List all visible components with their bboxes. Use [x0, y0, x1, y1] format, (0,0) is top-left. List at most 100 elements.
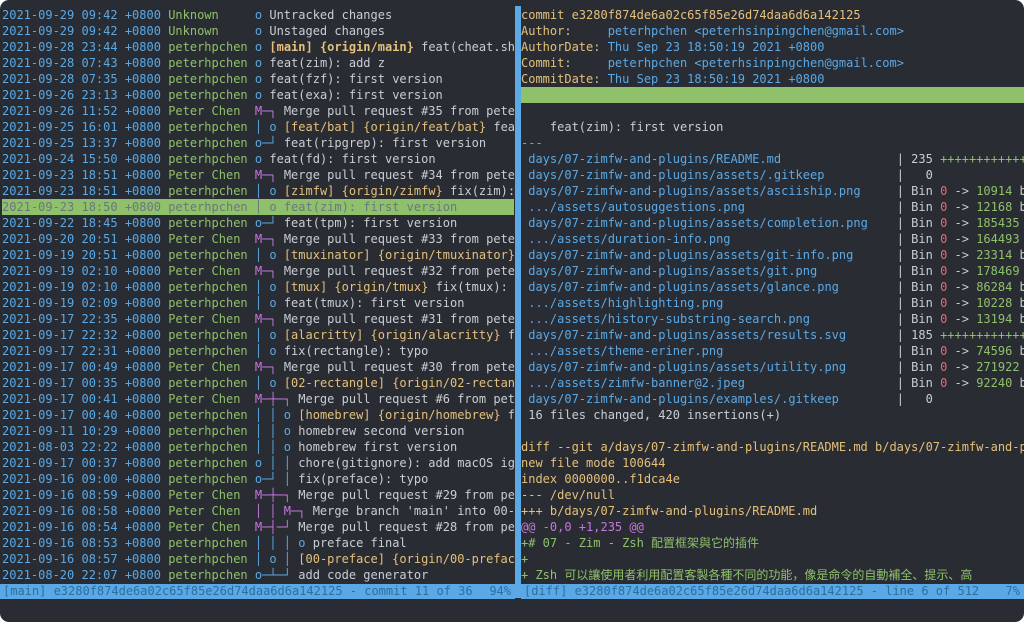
commit-row[interactable]: 2021-09-16 08:53 +0800 peterhpchen │ │ │… [2, 535, 514, 551]
commit-date: 2021-09-17 22:35 +0800 [2, 312, 161, 326]
diffstat-row[interactable]: days/07-zimfw-and-plugins/assets/results… [521, 327, 1024, 343]
commit-graph: │ o [254, 280, 277, 294]
commit-row[interactable]: 2021-09-17 00:49 +0800 Peter Chen M─┐ Me… [2, 359, 514, 375]
commit-graph: │ o [254, 328, 277, 342]
commit-row[interactable]: 2021-09-19 02:10 +0800 Peter Chen M─┐ Me… [2, 263, 514, 279]
commit-row[interactable]: 2021-09-23 18:51 +0800 peterhpchen │ o [… [2, 183, 514, 199]
author-padding [240, 312, 254, 326]
commit-row[interactable]: 2021-08-20 22:07 +0800 peterhpchen o─┴─┘… [2, 567, 514, 583]
patch-text: + Zsh 可以讓使用者利用配置客製各種不同的功能，像是命令的自動補全、提示、高 [521, 568, 973, 582]
commit-graph: │ │ o [254, 408, 292, 422]
diffstat-file-path: days/07-zimfw-and-plugins/assets/utility… [528, 360, 847, 374]
commit-graph: │ o [254, 184, 277, 198]
header-label: CommitDate: [521, 72, 608, 86]
diffstat-row[interactable]: days/07-zimfw-and-plugins/assets/git.png… [521, 263, 1024, 279]
diffstat-row[interactable]: .../assets/highlighting.png | Bin 0 -> 1… [521, 295, 1024, 311]
commit-graph: M─┐ [254, 232, 277, 246]
diffstat-change: | Bin 0 -> 13194 bytes [896, 312, 1024, 326]
diffstat-row[interactable]: days/07-zimfw-and-plugins/assets/git-inf… [521, 247, 1024, 263]
diffstat-row[interactable]: .../assets/zimfw-banner@2.jpeg | Bin 0 -… [521, 375, 1024, 391]
commit-row[interactable]: 2021-09-26 11:52 +0800 Peter Chen M─┐ Me… [2, 103, 514, 119]
commit-row[interactable]: 2021-09-16 08:54 +0800 Peter Chen M─┤─┘ … [2, 519, 514, 535]
diffstat-change: | Bin 0 -> 185435 bytes [896, 216, 1020, 230]
commit-row[interactable]: 2021-09-16 08:58 +0800 Peter Chen │ │ M─… [2, 503, 514, 519]
patch-line: new file mode 100644 [521, 455, 1024, 471]
commit-row[interactable]: 2021-09-29 09:42 +0800 Unknown o Untrack… [2, 7, 514, 23]
commit-row[interactable]: 2021-09-17 00:37 +0800 peterhpchen o │ │… [2, 455, 514, 471]
diffstat-change: | Bin 0 -> 10914 bytes [896, 184, 1024, 198]
commit-row[interactable]: 2021-09-16 08:57 +0800 peterhpchen │ o │… [2, 551, 514, 567]
diffstat-row[interactable]: days/07-zimfw-and-plugins/assets/asciish… [521, 183, 1024, 199]
commit-diff-pane[interactable]: commit e3280f874de6a02c65f85e26d74daa6d6… [521, 7, 1024, 583]
commit-date: 2021-09-23 18:50 +0800 [2, 200, 161, 214]
diffstat-row[interactable]: .../assets/theme-eriner.png | Bin 0 -> 7… [521, 343, 1024, 359]
commit-row[interactable]: 2021-09-17 22:31 +0800 peterhpchen │ o f… [2, 343, 514, 359]
commit-row[interactable]: 2021-09-26 23:13 +0800 peterhpchen o fea… [2, 87, 514, 103]
commit-message: preface final [312, 536, 407, 550]
commit-date: 2021-09-29 09:42 +0800 [2, 8, 161, 22]
commit-date: 2021-09-23 18:51 +0800 [2, 168, 161, 182]
commit-row[interactable]: 2021-09-23 18:50 +0800 peterhpchen │ o f… [2, 199, 514, 215]
commit-row[interactable]: 2021-09-17 00:40 +0800 peterhpchen │ │ o… [2, 407, 514, 423]
commit-message: Merge branch 'main' into 00-prefa [312, 504, 514, 518]
commit-row[interactable]: 2021-09-19 02:09 +0800 peterhpchen │ o f… [2, 295, 514, 311]
diffstat-row[interactable]: .../assets/autosuggestions.png | Bin 0 -… [521, 199, 1024, 215]
commit-author: Peter Chen [168, 312, 241, 326]
commit-graph: M─┤─┘ [254, 520, 292, 534]
commit-row[interactable]: 2021-09-17 00:35 +0800 peterhpchen │ o [… [2, 375, 514, 391]
diffstat-row[interactable]: days/07-zimfw-and-plugins/assets/utility… [521, 359, 1024, 375]
author-padding [240, 104, 254, 118]
commit-author: peterhpchen [168, 328, 248, 342]
commit-row[interactable]: 2021-09-25 13:37 +0800 peterhpchen o─┘ f… [2, 135, 514, 151]
diffstat-row[interactable]: days/07-zimfw-and-plugins/assets/.gitkee… [521, 167, 1024, 183]
diffstat-row[interactable]: .../assets/duration-info.png | Bin 0 -> … [521, 231, 1024, 247]
commit-graph: │ o [254, 248, 277, 262]
commit-row[interactable]: 2021-09-23 18:51 +0800 Peter Chen M─┐ Me… [2, 167, 514, 183]
commit-author: peterhpchen [168, 88, 248, 102]
commit-row[interactable]: 2021-09-28 07:43 +0800 peterhpchen o fea… [2, 55, 514, 71]
commit-graph: o [254, 56, 263, 70]
author-padding [248, 296, 255, 310]
commit-row[interactable]: 2021-09-25 16:01 +0800 peterhpchen │ o [… [2, 119, 514, 135]
diffstat-row[interactable]: days/07-zimfw-and-plugins/assets/complet… [521, 215, 1024, 231]
author-padding [248, 88, 255, 102]
commit-row[interactable]: 2021-09-17 00:41 +0800 Peter Chen M─┼─┐ … [2, 391, 514, 407]
commit-row[interactable]: 2021-09-19 02:10 +0800 peterhpchen │ o [… [2, 279, 514, 295]
commit-row[interactable]: 2021-09-29 09:42 +0800 Unknown o Unstage… [2, 23, 514, 39]
diffstat-row[interactable]: days/07-zimfw-and-plugins/examples/.gitk… [521, 391, 1024, 407]
diffstat-file-path: .../assets/duration-info.png [528, 232, 731, 246]
commit-row[interactable]: 2021-09-16 08:59 +0800 Peter Chen M─┼─┐ … [2, 487, 514, 503]
commit-row[interactable]: 2021-08-03 22:22 +0800 peterhpchen │ │ o… [2, 439, 514, 455]
commit-date: 2021-09-16 08:57 +0800 [2, 552, 161, 566]
commit-graph: │ o [254, 376, 277, 390]
author-padding [248, 440, 255, 454]
commit-date: 2021-09-17 00:37 +0800 [2, 456, 161, 470]
commit-row[interactable]: 2021-09-24 15:50 +0800 peterhpchen o fea… [2, 151, 514, 167]
commit-message: fix(tmux): inval [435, 280, 508, 294]
patch-text: @@ -0,0 +1,235 @@ [521, 520, 644, 534]
author-padding [248, 424, 255, 438]
diffstat-file-path: .../assets/autosuggestions.png [528, 200, 745, 214]
commit-row[interactable]: 2021-09-28 23:44 +0800 peterhpchen o [ma… [2, 39, 514, 55]
diffstat-row[interactable]: days/07-zimfw-and-plugins/README.md | 23… [521, 151, 1024, 167]
commit-date: 2021-09-19 02:10 +0800 [2, 280, 161, 294]
commit-row[interactable]: 2021-09-17 22:32 +0800 peterhpchen │ o [… [2, 327, 514, 343]
commit-author: peterhpchen [168, 56, 248, 70]
diffstat-row[interactable]: days/07-zimfw-and-plugins/assets/glance.… [521, 279, 1024, 295]
commit-row[interactable]: 2021-09-16 09:00 +0800 peterhpchen o─┘ │… [2, 471, 514, 487]
commit-message: Merge pull request #32 from peterhpch [283, 264, 514, 278]
commit-row[interactable]: 2021-09-20 20:51 +0800 Peter Chen M─┐ Me… [2, 231, 514, 247]
commit-log-pane[interactable]: 2021-09-29 09:42 +0800 Unknown o Untrack… [2, 7, 514, 583]
patch-text: new file mode 100644 [521, 456, 666, 470]
commit-row[interactable]: 2021-09-19 20:51 +0800 peterhpchen │ o [… [2, 247, 514, 263]
commit-row[interactable]: 2021-09-17 22:35 +0800 Peter Chen M─┐ Me… [2, 311, 514, 327]
author-padding [240, 264, 254, 278]
diffstat-row[interactable]: .../assets/history-substring-search.png … [521, 311, 1024, 327]
commit-row[interactable]: 2021-09-11 10:29 +0800 peterhpchen │ │ o… [2, 423, 514, 439]
author-padding [248, 568, 255, 582]
commit-row[interactable]: 2021-09-22 18:45 +0800 peterhpchen o─┘ f… [2, 215, 514, 231]
commit-row[interactable]: 2021-09-28 07:35 +0800 peterhpchen o fea… [2, 71, 514, 87]
author-padding [240, 392, 254, 406]
bin-old-size: 0 [940, 376, 948, 390]
